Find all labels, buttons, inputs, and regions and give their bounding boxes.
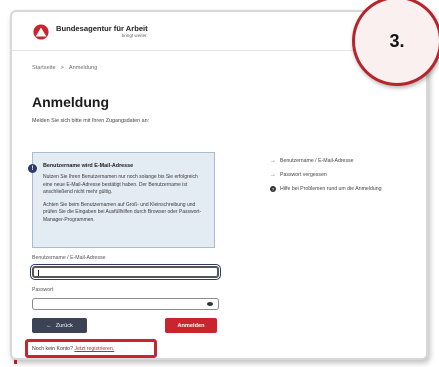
register-link[interactable]: Jetzt registrieren. (74, 346, 114, 352)
register-prompt: Noch kein Konto? Jetzt registrieren. (32, 346, 114, 352)
info-icon: ! (28, 164, 37, 173)
info-paragraph: Nutzen Sie Ihren Benutzernamen nur noch … (43, 174, 198, 196)
text-caret (38, 270, 39, 276)
question-icon: ? (270, 186, 276, 192)
ba-logo-icon (33, 24, 49, 40)
link-forgot-password[interactable]: → Passwort vergessen (270, 172, 382, 178)
brand-logo[interactable]: Bundesagentur für Arbeit bringt weiter. (32, 24, 148, 40)
page-subtitle: Melden Sie sich bitte mit Ihren Zugangsd… (32, 118, 150, 124)
login-button[interactable]: Anmelden (165, 318, 217, 333)
register-text: Noch kein Konto? (32, 346, 73, 352)
eye-icon[interactable] (207, 302, 213, 306)
info-heading: Benutzername wird E-Mail-Adresse (43, 163, 134, 169)
info-box: ! Benutzername wird E-Mail-Adresse Nutze… (28, 152, 215, 248)
arrow-right-icon: → (270, 172, 276, 178)
password-label: Passwort (32, 287, 54, 293)
password-input[interactable] (32, 298, 219, 310)
back-button[interactable]: ← Zurück (32, 318, 87, 333)
breadcrumb: Startseite > Anmeldung (32, 65, 97, 71)
breadcrumb-current: Anmeldung (68, 65, 98, 71)
step-number-badge: 3. (352, 0, 439, 86)
chevron-right-icon: > (60, 65, 64, 71)
link-help[interactable]: ? Hilfe bei Problemen rund um die Anmeld… (270, 186, 382, 192)
brand-name: Bundesagentur für Arbeit (56, 24, 148, 33)
arrow-right-icon: → (270, 158, 276, 164)
breadcrumb-home[interactable]: Startseite (32, 65, 56, 71)
info-paragraph: Achten Sie beim Benutzernamen auf Groß- … (43, 201, 202, 223)
help-links: → Benutzername / E-Mail-Adresse → Passwo… (270, 158, 382, 200)
brand-tagline: bringt weiter. (121, 33, 148, 38)
arrow-left-icon: ← (46, 322, 52, 329)
username-input[interactable] (30, 264, 221, 280)
page-title: Anmeldung (32, 94, 109, 110)
username-label: Benutzername / E-Mail-Adresse (32, 255, 106, 261)
link-username[interactable]: → Benutzername / E-Mail-Adresse (270, 158, 382, 164)
